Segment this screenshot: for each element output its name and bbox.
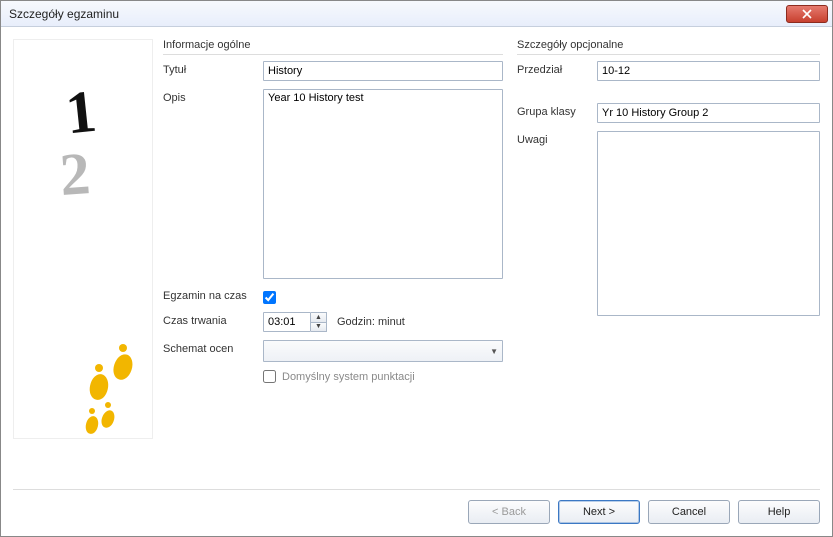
timed-exam-checkbox[interactable] (263, 291, 276, 304)
close-button[interactable] (786, 5, 828, 23)
default-scoring-checkbox[interactable] (263, 370, 276, 383)
next-button[interactable]: Next > (558, 500, 640, 524)
duration-input[interactable] (263, 312, 311, 332)
step-1-glyph: 1 (62, 77, 99, 149)
legend-optional: Szczegóły opcjonalne (517, 39, 820, 55)
notes-input[interactable] (597, 131, 820, 316)
range-label: Przedział (517, 61, 589, 76)
duration-unit-label: Godzin: minut (337, 316, 405, 328)
scheme-select[interactable]: ▼ (263, 340, 503, 362)
dialog-window: Szczegóły egzaminu 1 2 Informacje ogólne (0, 0, 833, 537)
footer-buttons: < Back Next > Cancel Help (13, 489, 820, 536)
content-area: 1 2 Informacje ogólne Tytuł (1, 27, 832, 485)
dialog-title: Szczegóły egzaminu (9, 7, 786, 21)
default-scoring-label: Domyślny system punktacji (282, 371, 415, 383)
fieldset-general: Informacje ogólne Tytuł Opis Year 10 His… (163, 39, 503, 481)
timed-exam-label: Egzamin na czas (163, 287, 255, 302)
duration-label: Czas trwania (163, 312, 255, 327)
fieldset-optional: Szczegóły opcjonalne Przedział Grupa kla… (517, 39, 820, 481)
cancel-button[interactable]: Cancel (648, 500, 730, 524)
chevron-down-icon: ▼ (490, 347, 498, 356)
close-icon (802, 9, 812, 19)
help-button[interactable]: Help (738, 500, 820, 524)
duration-spinner: ▲ ▼ (311, 312, 327, 332)
back-button[interactable]: < Back (468, 500, 550, 524)
default-scoring-row: Domyślny system punktacji (163, 370, 503, 383)
notes-label: Uwagi (517, 131, 589, 146)
wizard-sidebar-image: 1 2 (13, 39, 153, 439)
spinner-up-button[interactable]: ▲ (311, 313, 326, 323)
group-label: Grupa klasy (517, 103, 589, 118)
description-label: Opis (163, 89, 255, 104)
description-input[interactable]: Year 10 History test (263, 89, 503, 279)
step-2-glyph: 2 (58, 139, 93, 210)
group-input[interactable] (597, 103, 820, 123)
spinner-down-button[interactable]: ▼ (311, 323, 326, 332)
main-form-area: Informacje ogólne Tytuł Opis Year 10 His… (163, 39, 820, 481)
titlebar: Szczegóły egzaminu (1, 1, 832, 27)
range-input[interactable] (597, 61, 820, 81)
title-label: Tytuł (163, 61, 255, 76)
duration-control: ▲ ▼ Godzin: minut (263, 312, 405, 332)
scheme-label: Schemat ocen (163, 340, 255, 355)
title-input[interactable] (263, 61, 503, 81)
legend-general: Informacje ogólne (163, 39, 503, 55)
